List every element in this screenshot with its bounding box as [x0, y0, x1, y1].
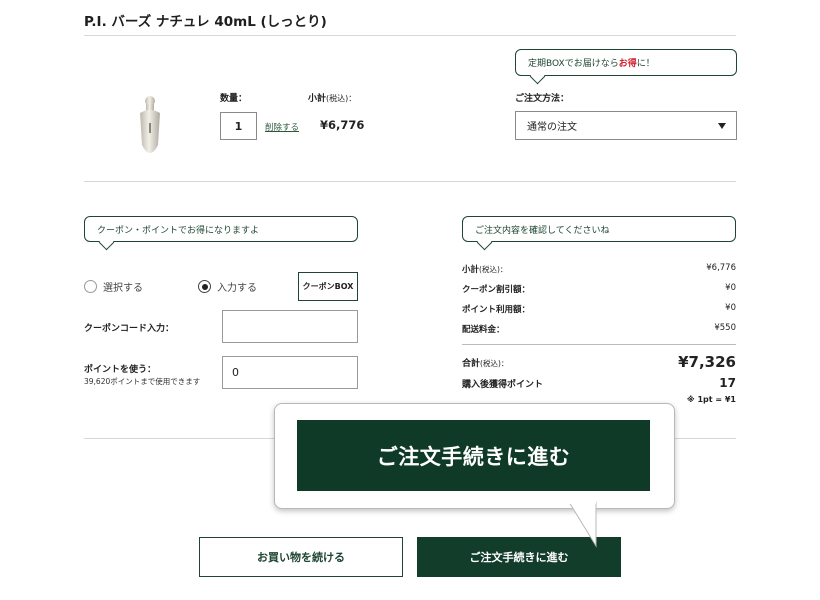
summary-row-label: 小計 [462, 265, 480, 275]
product-price: ¥6,776 [320, 118, 365, 132]
summary-bubble-text: ご注文内容を確認してくださいね [475, 225, 610, 236]
delete-link[interactable]: 削除する [265, 121, 299, 133]
summary-row-label: クーポン割引額： [462, 285, 531, 295]
divider [84, 181, 736, 182]
summary-divider [462, 344, 736, 345]
radio-select[interactable]: 選択する [84, 279, 143, 294]
callout-tail-icon [568, 500, 597, 548]
summary-bubble: ご注文内容を確認してくださいね [462, 216, 736, 242]
radio-input-label: 入力する [217, 283, 257, 294]
divider [84, 35, 736, 36]
order-method-select[interactable]: 通常の注文 [515, 111, 737, 140]
summary-row-suffix: (税込)： [479, 265, 508, 274]
radio-unchecked-icon [84, 280, 97, 293]
coupon-bubble-text: クーポン・ポイントでお得になりますよ [97, 225, 260, 236]
summary-row: 小計(税込)： ¥6,776 [462, 263, 736, 275]
quantity-label: 数量： [220, 94, 248, 104]
points-earned-label: 購入後獲得ポイント [462, 379, 544, 390]
order-method-label: ご注文方法： [515, 94, 570, 104]
subtotal-label: 小計(税込)： [308, 91, 356, 104]
bubble-text: 定期BOXでお届けなら [528, 59, 619, 69]
points-label: ポイントを使う： [84, 365, 157, 375]
summary-row: 配送料金： ¥550 [462, 323, 736, 335]
product-title: P.I. バーズ ナチュレ 40mL (しっとり) [84, 14, 327, 30]
order-method-value: 通常の注文 [527, 122, 577, 133]
bubble-highlight: お得 [618, 59, 637, 69]
radio-input[interactable]: 入力する [198, 279, 257, 294]
radio-checked-icon [198, 280, 211, 293]
caret-down-icon [718, 123, 726, 129]
total-suffix: (税込)： [480, 358, 509, 368]
points-note: 39,620ポイントまで使用できます [84, 377, 201, 386]
continue-shopping-button[interactable]: お買い物を続ける [199, 537, 403, 577]
summary-row-value: ¥6,776 [706, 263, 736, 273]
quantity-input[interactable]: 1 [220, 112, 257, 140]
subscription-bubble: 定期BOXでお届けなら お得 に！ [515, 49, 737, 76]
summary-row: ポイント利用額： ¥0 [462, 303, 736, 315]
subtotal-label-text: 小計 [308, 94, 327, 104]
total-value: ¥7,326 [678, 353, 736, 371]
summary-row-label: 配送料金： [462, 325, 505, 335]
summary-row: クーポン割引額： ¥0 [462, 283, 736, 295]
coupon-box-button[interactable]: クーポンBOX [298, 272, 358, 301]
summary-row-label: ポイント利用額： [462, 305, 531, 315]
tax-note: (税込)： [326, 94, 357, 103]
radio-select-label: 選択する [103, 283, 143, 294]
coupon-code-label: クーポンコード入力： [84, 324, 175, 334]
summary-row-value: ¥550 [714, 323, 736, 333]
points-input[interactable]: 0 [222, 356, 358, 389]
product-image [140, 96, 160, 153]
total-label: 合計 [462, 358, 481, 369]
points-earned-value: 17 [719, 376, 736, 390]
checkout-button-zoomed[interactable]: ご注文手続きに進む [297, 420, 650, 491]
coupon-code-input[interactable] [222, 310, 358, 343]
total-row: 合計(税込)： ¥7,326 [462, 353, 736, 371]
coupon-bubble: クーポン・ポイントでお得になりますよ [84, 216, 358, 242]
points-earned-row: 購入後獲得ポイント 17 [462, 376, 736, 390]
summary-row-value: ¥0 [725, 283, 736, 293]
summary-row-value: ¥0 [725, 303, 736, 313]
bubble-text-end: に！ [636, 59, 655, 69]
